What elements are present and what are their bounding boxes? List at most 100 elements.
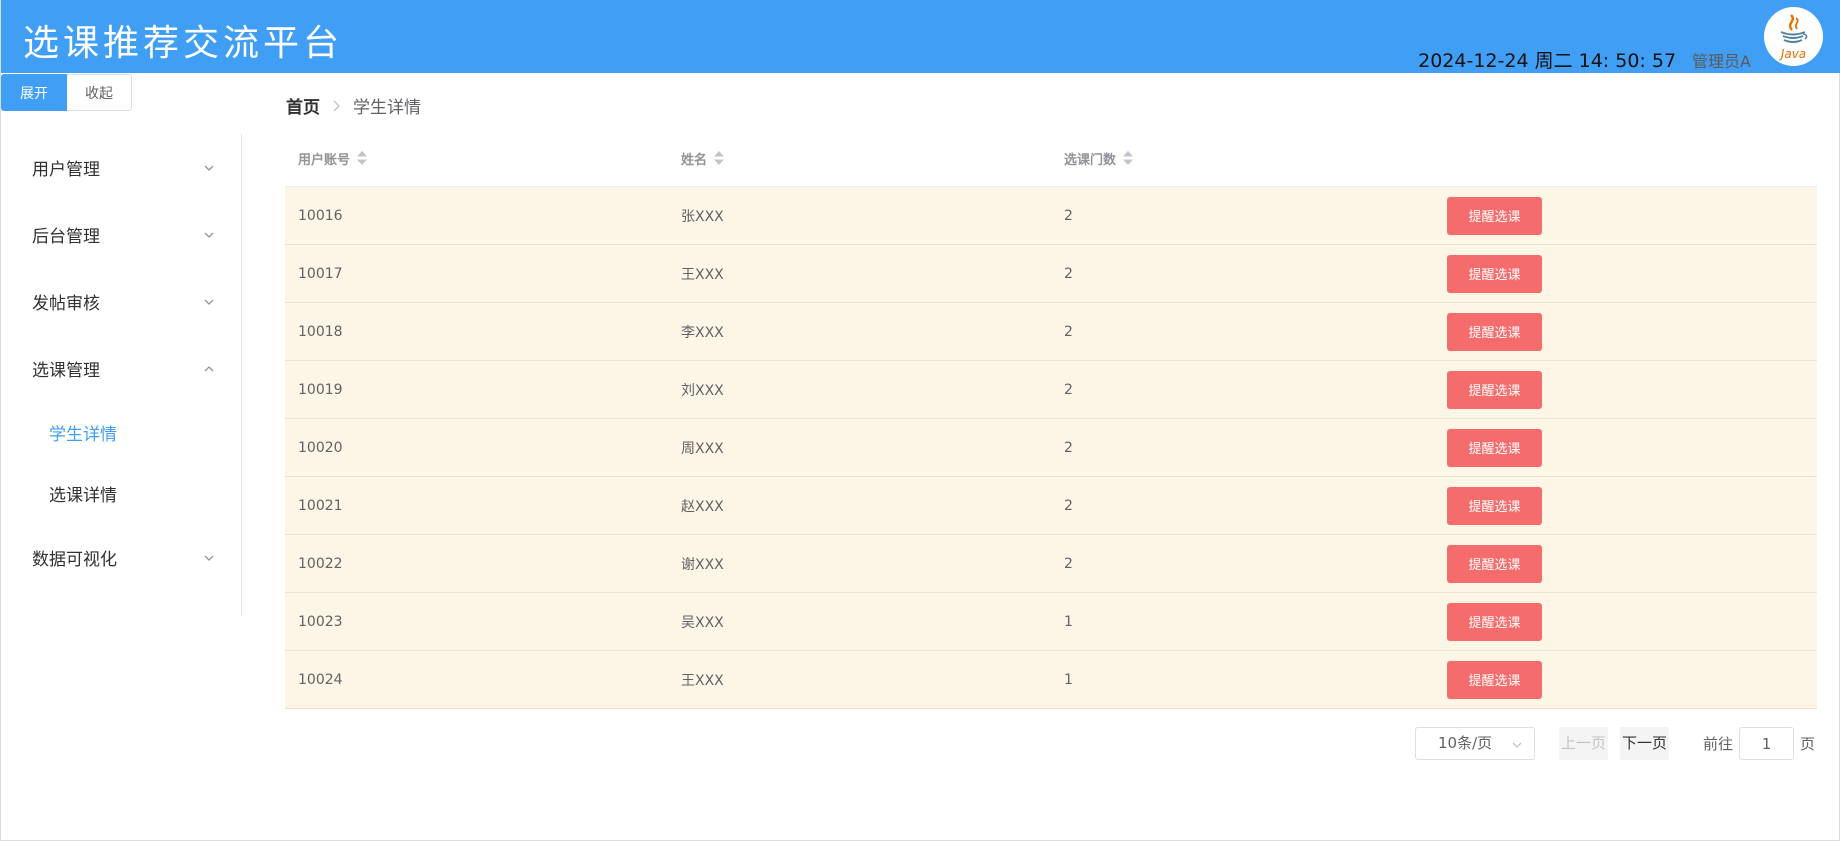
sort-icon[interactable] (1122, 150, 1134, 166)
column-header-course-count[interactable]: 选课门数 (1051, 149, 1434, 168)
cell-course-count: 2 (1064, 323, 1073, 340)
sidebar-item-post-review[interactable]: 发帖审核 (1, 268, 241, 335)
cell-course-count: 2 (1064, 207, 1073, 224)
sidebar-item-data-visualization[interactable]: 数据可视化 (1, 524, 241, 591)
cell-name: 王XXX (681, 266, 724, 283)
goto-label: 前往 (1703, 735, 1734, 753)
cell-account: 10024 (298, 671, 343, 688)
page-size-value: 10条/页 (1438, 734, 1493, 752)
chevron-down-icon (204, 299, 214, 305)
breadcrumb-current: 学生详情 (353, 98, 421, 118)
sidebar-item-course-management[interactable]: 选课管理 (1, 335, 241, 402)
breadcrumb: 首页 学生详情 (286, 93, 421, 118)
collapse-button[interactable]: 收起 (67, 74, 132, 111)
chevron-down-icon (204, 165, 214, 171)
cell-name: 王XXX (681, 672, 724, 689)
pagination: 10条/页 上一页 下一页 前往 页 (1415, 727, 1815, 760)
cell-action: 提醒选课 (1434, 428, 1817, 467)
sidebar-toggle: 展开 收起 (1, 74, 132, 111)
remind-button[interactable]: 提醒选课 (1447, 254, 1542, 293)
expand-button[interactable]: 展开 (1, 74, 67, 111)
cell-action: 提醒选课 (1434, 196, 1817, 235)
cell-action: 提醒选课 (1434, 254, 1817, 293)
cell-course-count: 1 (1064, 671, 1073, 688)
logo-text: Java (1779, 47, 1806, 61)
column-header-label: 选课门数 (1064, 152, 1117, 168)
remind-button[interactable]: 提醒选课 (1447, 428, 1542, 467)
remind-button[interactable]: 提醒选课 (1447, 544, 1542, 583)
sidebar-item-user-management[interactable]: 用户管理 (1, 134, 241, 201)
column-header-account[interactable]: 用户账号 (285, 149, 668, 168)
remind-button[interactable]: 提醒选课 (1447, 602, 1542, 641)
cell-name: 赵XXX (681, 498, 724, 515)
top-header: 选课推荐交流平台 2024-12-24 周二 14: 50: 57 管理员A J… (1, 0, 1840, 73)
goto-suffix: 页 (1800, 735, 1816, 753)
cell-account: 10016 (298, 207, 343, 224)
app-window: 选课推荐交流平台 2024-12-24 周二 14: 50: 57 管理员A J… (0, 0, 1840, 841)
cell-course-count: 2 (1064, 265, 1073, 282)
sidebar: 用户管理 后台管理 发帖审核 选课管理 学生详情 选课详情 数据可视化 (1, 134, 242, 616)
remind-button[interactable]: 提醒选课 (1447, 660, 1542, 699)
table-row: 10022 谢XXX 2 提醒选课 (285, 535, 1817, 593)
sidebar-subitem-student-details[interactable]: 学生详情 (1, 402, 241, 463)
page-size-select[interactable]: 10条/页 (1415, 727, 1535, 760)
table-row: 10016 张XXX 2 提醒选课 (285, 187, 1817, 245)
sidebar-item-label: 发帖审核 (32, 294, 100, 314)
cell-action: 提醒选课 (1434, 544, 1817, 583)
sort-icon[interactable] (356, 150, 368, 166)
cell-action: 提醒选课 (1434, 370, 1817, 409)
remind-button[interactable]: 提醒选课 (1447, 196, 1542, 235)
table-header: 用户账号 姓名 选课门数 (285, 130, 1817, 187)
table-row: 10023 吴XXX 1 提醒选课 (285, 593, 1817, 651)
chevron-right-icon (333, 100, 340, 111)
cell-account: 10022 (298, 555, 343, 572)
chevron-up-icon (204, 366, 214, 372)
chevron-down-icon (204, 232, 214, 238)
cell-account: 10018 (298, 323, 343, 340)
cell-name: 李XXX (681, 324, 724, 341)
sidebar-item-backend-management[interactable]: 后台管理 (1, 201, 241, 268)
cell-course-count: 2 (1064, 555, 1073, 572)
cell-account: 10021 (298, 497, 343, 514)
current-user[interactable]: 管理员A (1692, 48, 1751, 72)
breadcrumb-home[interactable]: 首页 (286, 93, 320, 118)
java-logo-icon[interactable]: Java (1764, 7, 1823, 66)
column-header-label: 用户账号 (298, 152, 351, 168)
cell-account: 10020 (298, 439, 343, 456)
column-header-label: 姓名 (681, 152, 708, 168)
goto-page-input[interactable] (1739, 727, 1795, 760)
table-body: 10016 张XXX 2 提醒选课 10017 王XXX 2 提醒选课 1001… (285, 187, 1817, 709)
table-row: 10019 刘XXX 2 提醒选课 (285, 361, 1817, 419)
table-row: 10021 赵XXX 2 提醒选课 (285, 477, 1817, 535)
sort-icon[interactable] (713, 150, 725, 166)
student-table: 用户账号 姓名 选课门数 10016 张XXX 2 提醒选课 10017 王XX… (285, 130, 1817, 709)
cell-action: 提醒选课 (1434, 312, 1817, 351)
cell-account: 10017 (298, 265, 343, 282)
app-title: 选课推荐交流平台 (23, 23, 344, 64)
cell-account: 10019 (298, 381, 343, 398)
cell-name: 周XXX (681, 440, 724, 457)
sidebar-item-label: 选课管理 (32, 361, 100, 381)
cell-account: 10023 (298, 613, 343, 630)
sidebar-item-label: 后台管理 (32, 227, 100, 247)
header-info: 2024-12-24 周二 14: 50: 57 管理员A (1418, 46, 1751, 73)
remind-button[interactable]: 提醒选课 (1447, 370, 1542, 409)
cell-name: 谢XXX (681, 556, 724, 573)
prev-page-button[interactable]: 上一页 (1559, 727, 1609, 760)
cell-course-count: 2 (1064, 439, 1073, 456)
cell-action: 提醒选课 (1434, 660, 1817, 699)
cell-name: 吴XXX (681, 614, 724, 631)
cell-action: 提醒选课 (1434, 486, 1817, 525)
cell-course-count: 2 (1064, 381, 1073, 398)
column-header-name[interactable]: 姓名 (668, 149, 1051, 168)
sidebar-subitem-course-details[interactable]: 选课详情 (1, 463, 241, 524)
remind-button[interactable]: 提醒选课 (1447, 486, 1542, 525)
cell-course-count: 2 (1064, 497, 1073, 514)
table-row: 10017 王XXX 2 提醒选课 (285, 245, 1817, 303)
sidebar-item-label: 数据可视化 (32, 550, 117, 570)
cell-name: 刘XXX (681, 382, 724, 399)
next-page-button[interactable]: 下一页 (1620, 727, 1670, 760)
remind-button[interactable]: 提醒选课 (1447, 312, 1542, 351)
table-row: 10018 李XXX 2 提醒选课 (285, 303, 1817, 361)
table-row: 10024 王XXX 1 提醒选课 (285, 651, 1817, 709)
